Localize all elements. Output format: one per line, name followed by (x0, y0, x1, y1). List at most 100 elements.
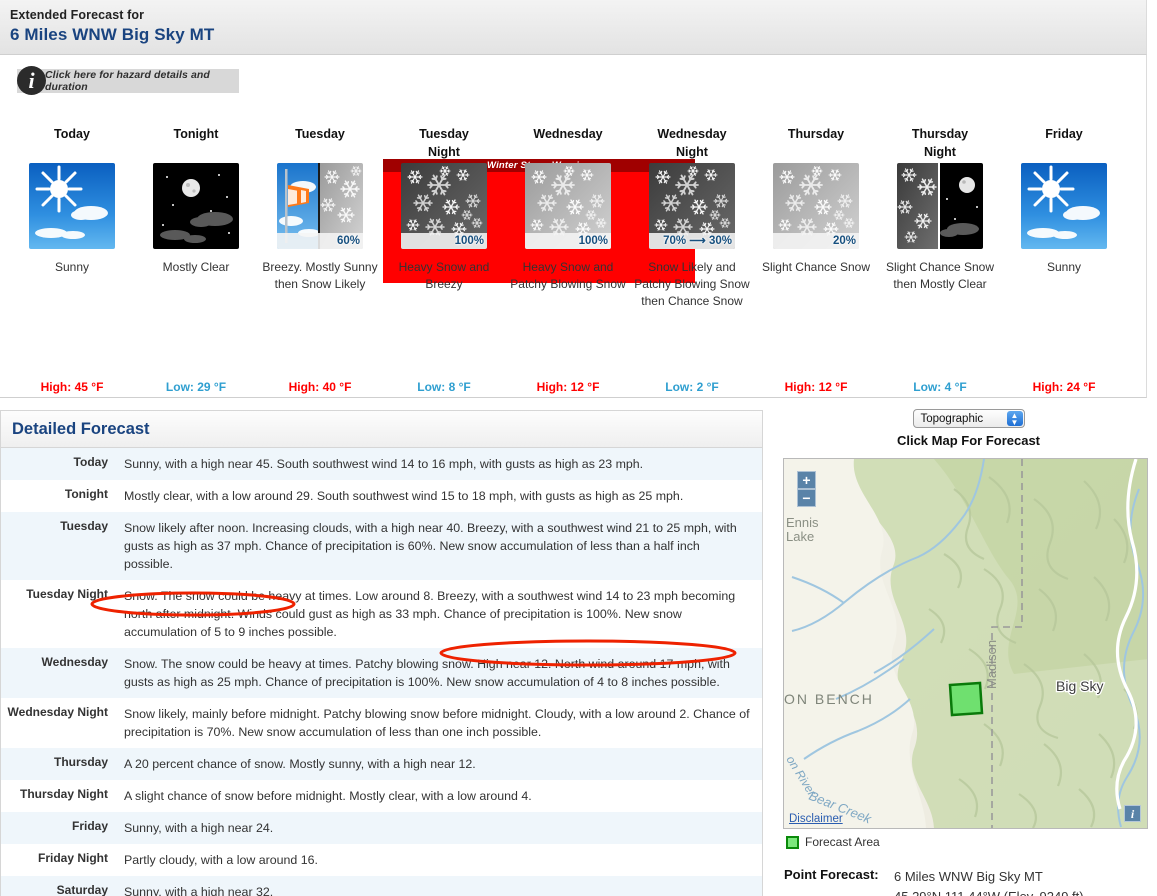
detailed-forecast-text: Sunny, with a high near 45. South southw… (119, 448, 762, 480)
detailed-forecast-text: Snow. The snow could be heavy at times. … (119, 580, 762, 648)
detailed-forecast-period: Tuesday (1, 512, 119, 580)
detailed-forecast-period: Today (1, 448, 119, 480)
weather-icon[interactable]: 100% (401, 163, 487, 249)
weather-icon[interactable] (153, 163, 239, 249)
svg-text:Lake: Lake (786, 529, 814, 544)
detailed-forecast-header: Detailed Forecast (1, 411, 762, 448)
detailed-forecast-row: Friday Sunny, with a high near 24. (1, 812, 762, 844)
click-map-prompt: Click Map For Forecast (896, 433, 1041, 448)
forecast-tile[interactable]: Tonight Mostly Clear Low: 29 °F (134, 125, 258, 394)
forecast-day-label: Wednesday Night (657, 127, 727, 159)
map-disclaimer-link[interactable]: Disclaimer (789, 813, 843, 825)
map-label-madison: Madison (984, 640, 999, 689)
precip-chance: 60% (336, 235, 360, 247)
forecast-tile[interactable]: Thursday Night Slight Chance Snow then Mo… (878, 125, 1002, 394)
basemap-select-row: Topographic ▲ ▼ (780, 405, 1157, 428)
detailed-forecast-period: Thursday Night (1, 780, 119, 812)
detailed-forecast-period: Wednesday (1, 648, 119, 698)
forecast-condition: Snow Likely and Patchy Blowing Snow then… (634, 260, 750, 308)
forecast-day-label: Wednesday (533, 127, 603, 141)
map-zoom-controls[interactable]: + − (797, 471, 816, 507)
detailed-forecast-row: Friday Night Partly cloudy, with a low ar… (1, 844, 762, 876)
basemap-select-value: Topographic (920, 413, 984, 425)
forecast-temperature: Low: 4 °F (913, 380, 967, 394)
detailed-forecast-row: Wednesday Night Snow likely, mainly befor… (1, 698, 762, 748)
map-panel: Topographic ▲ ▼ Click Map For Forecast E… (780, 405, 1157, 896)
page-title-location: 6 Miles WNW Big Sky MT (10, 25, 215, 44)
mostly-clear-night-icon (153, 163, 239, 249)
forecast-day-label: Tuesday (295, 127, 345, 141)
weather-icon[interactable]: 60% (277, 163, 363, 249)
detailed-forecast-row: Today Sunny, with a high near 45. South s… (1, 448, 762, 480)
detailed-forecast-text: Sunny, with a high near 24. (119, 812, 762, 844)
weather-icon[interactable]: 70% ⟶ 30% (649, 163, 735, 249)
point-forecast-values: 6 Miles WNW Big Sky MT 45.29°N 111.44°W … (894, 867, 1084, 896)
forecast-condition: Sunny (1046, 260, 1082, 274)
forecast-day-label: Today (54, 127, 90, 141)
page-header: Extended Forecast for 6 Miles WNW Big Sk… (0, 0, 1147, 55)
map-label-bench: ON BENCH (784, 691, 874, 707)
forecast-tile[interactable]: Wednesday Night 70% ⟶ 30% Snow Likely and… (630, 125, 754, 394)
forecast-condition: Breezy. Mostly Sunny then Snow Likely (262, 260, 378, 291)
detailed-forecast-row: Tonight Mostly clear, with a low around 2… (1, 480, 762, 512)
detailed-forecast-title: Detailed Forecast (12, 419, 150, 438)
precip-chance: 100% (578, 235, 608, 247)
forecast-temperature: Low: 29 °F (165, 380, 227, 394)
detailed-forecast-period: Friday Night (1, 844, 119, 876)
forecast-day-label: Thursday (787, 127, 845, 141)
detailed-forecast-text: A slight chance of snow before midnight.… (119, 780, 762, 812)
detailed-forecast-text: Snow. The snow could be heavy at times. … (119, 648, 762, 698)
forecast-condition: Slight Chance Snow (761, 260, 871, 274)
zoom-in-button[interactable]: + (797, 471, 816, 489)
forecast-tile[interactable]: Tuesday 60% Breezy. Mostly Sunny then Sn… (258, 125, 382, 394)
page-title-prefix: Extended Forecast for (10, 8, 145, 22)
forecast-area-swatch (786, 835, 799, 849)
detailed-forecast-text: Snow likely after noon. Increasing cloud… (119, 512, 762, 580)
forecast-map[interactable]: Ennis Lake Madison ON BENCH Bear Creek o… (783, 458, 1148, 829)
forecast-temperature: High: 40 °F (288, 380, 352, 394)
detailed-forecast-period: Friday (1, 812, 119, 844)
weather-icon[interactable] (1021, 163, 1107, 249)
map-info-icon[interactable]: i (1124, 805, 1141, 822)
basemap-select[interactable]: Topographic ▲ ▼ (912, 409, 1025, 428)
seven-day-panel: Click here for hazard details and durati… (0, 55, 1147, 398)
detailed-forecast-period: Tonight (1, 480, 119, 512)
forecast-day-label: Friday (1045, 127, 1083, 141)
forecast-tile[interactable]: Wednesday 100% Heavy Snow and Patchy Blo… (506, 125, 630, 394)
forecast-temperature: High: 12 °F (784, 380, 848, 394)
forecast-tile[interactable]: Today Sunny High: 45 °F (10, 125, 134, 394)
point-forecast-label: Point Forecast: (784, 867, 879, 882)
detailed-forecast-row: Saturday Sunny, with a high near 32. (1, 876, 762, 896)
forecast-tile[interactable]: Tuesday Night 100% Heavy Snow and Breezy … (382, 125, 506, 394)
forecast-condition: Slight Chance Snow then Mostly Clear (885, 260, 995, 291)
detailed-forecast-period: Saturday (1, 876, 119, 896)
point-forecast-coords: 45.29°N 111.44°W (Elev. 9249 ft) (894, 889, 1084, 896)
forecast-tile[interactable]: Thursday 20% Slight Chance Snow High: 12… (754, 125, 878, 394)
detailed-forecast-period: Thursday (1, 748, 119, 780)
weather-icon[interactable] (897, 163, 983, 249)
detailed-forecast-text: Partly cloudy, with a low around 16. (119, 844, 762, 876)
map-label-ennis-lake: Ennis (786, 515, 819, 530)
zoom-out-button[interactable]: − (797, 489, 816, 507)
forecast-area-polygon (948, 681, 984, 717)
forecast-day-label: Tonight (173, 127, 219, 141)
forecast-temperature: Low: 8 °F (417, 380, 471, 394)
detailed-forecast-row: Wednesday Snow. The snow could be heavy a… (1, 648, 762, 698)
forecast-tile[interactable]: Friday Sunny High: 24 °F (1002, 125, 1126, 394)
sunny-icon (1021, 163, 1107, 249)
weather-icon[interactable]: 100% (525, 163, 611, 249)
forecast-area-label: Forecast Area (805, 835, 880, 849)
detailed-forecast-row: Tuesday Night Snow. The snow could be hea… (1, 580, 762, 648)
precip-chance: 100% (454, 235, 484, 247)
map-canvas: Ennis Lake Madison ON BENCH Bear Creek o… (784, 459, 1147, 828)
sunny-icon (29, 163, 115, 249)
forecast-temperature: High: 24 °F (1032, 380, 1096, 394)
detailed-forecast-text: Sunny, with a high near 32. (119, 876, 762, 896)
forecast-temperature: High: 12 °F (536, 380, 600, 394)
detailed-forecast-row: Thursday Night A slight chance of snow be… (1, 780, 762, 812)
detailed-forecast-text: Snow likely, mainly before midnight. Pat… (119, 698, 762, 748)
weather-icon[interactable]: 20% (773, 163, 859, 249)
weather-icon[interactable] (29, 163, 115, 249)
forecast-condition: Mostly Clear (162, 260, 230, 274)
precip-chance: 70% ⟶ 30% (663, 235, 732, 247)
